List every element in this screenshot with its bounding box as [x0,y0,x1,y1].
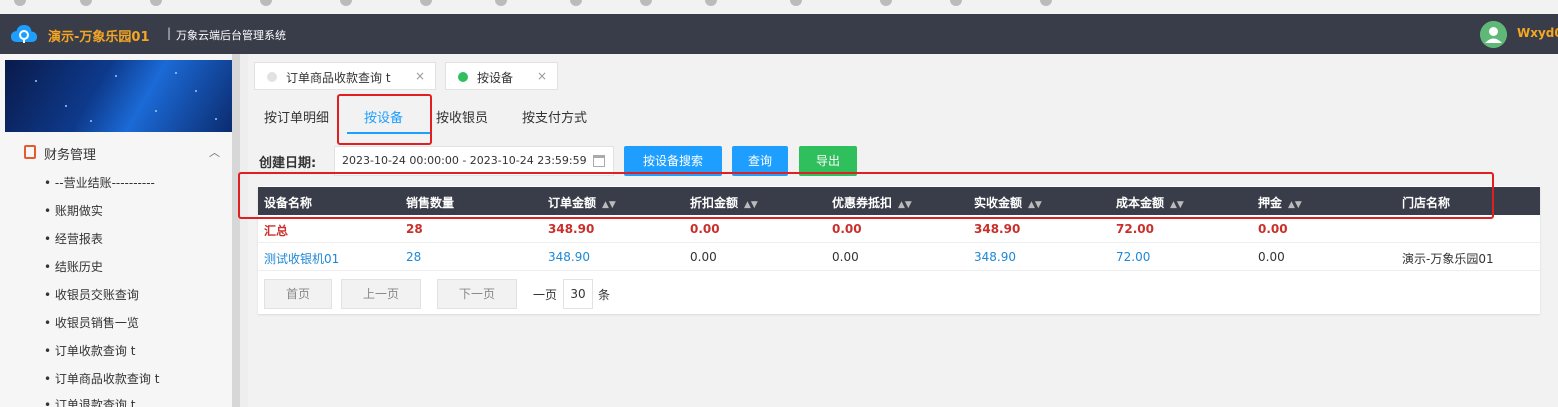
bookmark-icon[interactable] [640,0,652,6]
close-icon[interactable]: × [415,69,425,83]
subtab-by-order-detail[interactable]: 按订单明细 [264,107,329,126]
table-cell: 72.00 [1116,250,1151,264]
table-cell: 348.90 [548,250,590,264]
tab-order-goods-payment[interactable]: 订单商品收款查询 t × [254,62,436,90]
bookmark-icon[interactable] [14,0,26,6]
bookmark-icon[interactable] [880,0,892,6]
table-cell: 0.00 [690,250,717,264]
summary-cell: 28 [406,222,423,236]
bookmark-icon[interactable] [950,0,962,6]
table-cell: 0.00 [832,250,859,264]
browser-bookmark-bar [0,0,1558,14]
sidebar-item-order-refund[interactable]: • 订单退款查询 t [44,396,135,407]
tab-by-device[interactable]: 按设备 × [445,62,558,90]
calendar-icon[interactable] [593,155,605,167]
summary-cell: 348.90 [548,222,595,236]
table-summary-row: 汇总 28 348.90 0.00 0.00 348.90 72.00 0.00 [258,215,1540,243]
table-row[interactable]: 测试收银机01 28 348.90 0.00 0.00 348.90 72.00… [258,243,1540,271]
bookmark-icon[interactable] [570,0,582,6]
next-page-button[interactable]: 下一页 [437,279,517,309]
sidebar-item-business-report[interactable]: • 经营报表 [44,230,103,247]
cloud-logo-icon [11,25,37,43]
summary-cell: 348.90 [974,222,1021,236]
table-cell-device[interactable]: 测试收银机01 [264,250,339,267]
bookmark-icon[interactable] [420,0,432,6]
sidebar-banner-image [5,60,232,132]
bookmark-icon[interactable] [1040,0,1052,6]
bookmark-icon[interactable] [705,0,717,6]
table-cell: 28 [406,250,422,264]
tab-active-dot [458,72,468,82]
top-header: 演示-万象乐园01 | 万象云端后台管理系统 Wxyd0 [0,14,1558,54]
summary-cell: 0.00 [1258,222,1288,236]
bookmark-icon[interactable] [80,0,92,6]
chevron-up-icon: ︿ [209,146,220,159]
table-cell: 0.00 [1258,250,1285,264]
summary-cell: 0.00 [832,222,862,236]
bookmark-icon[interactable] [150,0,162,6]
subtab-by-payment-method[interactable]: 按支付方式 [522,107,587,126]
header-separator: | [167,26,172,40]
created-date-label: 创建日期: [259,156,317,171]
user-name[interactable]: Wxyd0 [1517,26,1558,40]
brand-name[interactable]: 演示-万象乐园01 [48,26,150,45]
first-page-button[interactable]: 首页 [264,279,332,309]
table-cell: 348.90 [974,250,1016,264]
menu-group-finance[interactable]: 财务管理 ︿ [24,142,220,163]
sidebar-item-cashier-sales[interactable]: • 收银员销售一览 [44,314,139,331]
user-avatar-icon[interactable] [1480,21,1507,48]
sidebar: 财务管理 ︿ • --营业结账---------- • 账期做实 • 经营报表 … [0,54,240,407]
system-name: 万象云端后台管理系统 [176,29,286,42]
tab-status-dot [267,72,277,82]
close-icon[interactable]: × [537,69,547,83]
sidebar-item-order-goods-payment[interactable]: • 订单商品收款查询 t [44,370,159,387]
highlight-box-table-header [238,172,1494,219]
prev-page-button[interactable]: 上一页 [341,279,421,309]
table-cell: 演示-万象乐园01 [1402,252,1494,266]
sidebar-item-business-closing[interactable]: • --营业结账---------- [44,174,155,191]
sidebar-item-cashier-handover[interactable]: • 收银员交账查询 [44,286,139,303]
bookmark-icon[interactable] [495,0,507,6]
sidebar-item-period-confirm[interactable]: • 账期做实 [44,202,103,219]
summary-cell: 72.00 [1116,222,1154,236]
bookmark-icon[interactable] [260,0,272,6]
subtab-by-cashier[interactable]: 按收银员 [436,107,488,126]
summary-cell: 汇总 [264,224,289,238]
ledger-icon [24,145,36,159]
sidebar-item-order-payment[interactable]: • 订单收款查询 t [44,342,135,359]
highlight-box-subtab [337,94,432,145]
per-page-unit: 条 [598,288,611,302]
bookmark-icon[interactable] [340,0,352,6]
per-page-label: 一页 [533,288,558,302]
main-content: 订单商品收款查询 t × 按设备 × 按订单明细 按设备 按收银员 按支付方式 … [238,54,1558,407]
page-size-input[interactable]: 30 [563,279,593,309]
sidebar-item-closing-history[interactable]: • 结账历史 [44,258,103,275]
bookmark-icon[interactable] [790,0,802,6]
summary-cell: 0.00 [690,222,720,236]
menu-group-label: 财务管理 [44,148,97,163]
